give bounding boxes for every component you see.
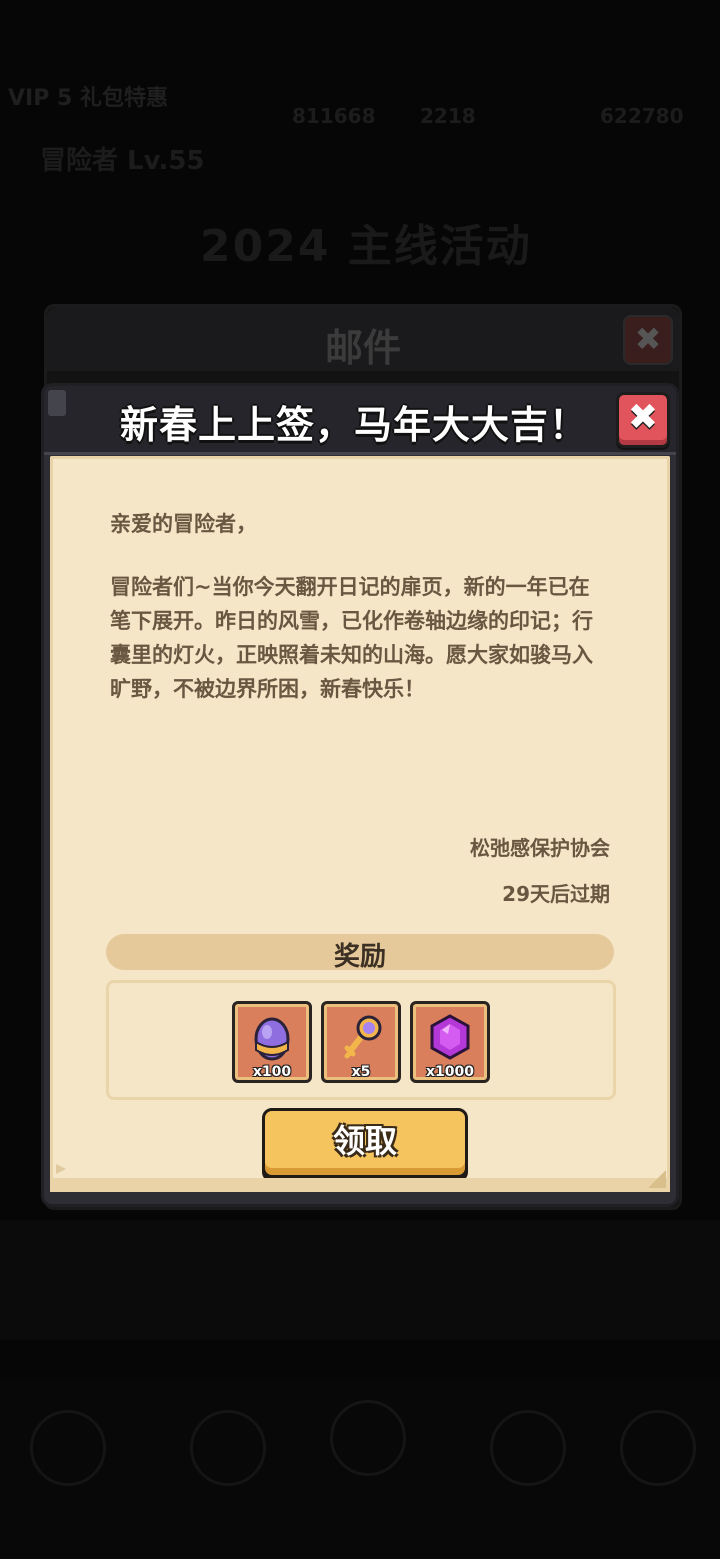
- game-screen: VIP 5 礼包特惠 811668 2218 622780 冒险者 Lv.55 …: [0, 0, 720, 1559]
- bg-player-line: 冒险者 Lv.55: [40, 146, 205, 176]
- mail-title: 邮件: [324, 326, 401, 370]
- reward-count: x1000: [426, 1064, 474, 1080]
- bg-top-text: VIP 5 礼包特惠: [8, 86, 168, 111]
- mail-close-button[interactable]: ✖: [623, 315, 673, 365]
- reward-count: x100: [252, 1064, 292, 1080]
- page-fold-icon: [648, 1170, 666, 1188]
- bg-nav-icon: [30, 1410, 106, 1486]
- bg-bottom-nav: [0, 1380, 720, 1559]
- triangle-icon: [56, 1164, 66, 1174]
- bg-bottom-bar: [0, 1220, 720, 1340]
- dialog-title: 新春上上签，马年大大吉！: [119, 403, 588, 447]
- bg-nav-icon: [620, 1410, 696, 1486]
- egg-icon: [254, 1017, 290, 1061]
- bg-nav-icon: [490, 1410, 566, 1486]
- reward-header: 奖励: [106, 934, 614, 972]
- bg-resource-3: 622780: [600, 104, 684, 128]
- expiry-text: 29天后过期: [502, 882, 610, 906]
- letter-body: 冒险者们~当你今天翻开日记的扉页，新的一年已在笔下展开。昨日的风雪，已化作卷轴边…: [110, 575, 593, 701]
- close-button[interactable]: ✖: [616, 392, 670, 448]
- bg-nav-icon: [190, 1410, 266, 1486]
- mail-header: 邮件 ✖: [47, 307, 679, 371]
- reward-item-key[interactable]: x5: [321, 1001, 401, 1083]
- bg-resource-1: 811668: [292, 104, 376, 128]
- reward-count: x5: [351, 1064, 371, 1080]
- bg-nav-icon: [330, 1400, 406, 1476]
- reward-label: 奖励: [333, 942, 386, 972]
- reward-item-gem[interactable]: x1000: [410, 1001, 490, 1083]
- bg-banner-text: 2024 主线活动: [200, 221, 532, 272]
- mail-detail-dialog: 新春上上签，马年大大吉！ ✖ 亲爱的冒险者， 冒险者们~当你今天翻开日记的扉页，…: [44, 386, 676, 1204]
- claim-button[interactable]: 领取: [262, 1108, 468, 1178]
- reward-item-egg[interactable]: x100: [232, 1001, 312, 1083]
- reward-list: x100 x5 x1000: [106, 980, 616, 1100]
- key-icon: [344, 1015, 382, 1059]
- letter-signature: 松弛感保护协会: [470, 836, 610, 860]
- paper-bottom-edge: [50, 1178, 670, 1192]
- letter-greeting: 亲爱的冒险者，: [110, 512, 257, 536]
- letter-paper: 亲爱的冒险者， 冒险者们~当你今天翻开日记的扉页，新的一年已在笔下展开。昨日的风…: [50, 456, 670, 1192]
- bg-resource-2: 2218: [420, 104, 476, 128]
- gem-icon: [430, 1014, 470, 1060]
- dialog-header: 新春上上签，马年大大吉！ ✖: [44, 386, 676, 455]
